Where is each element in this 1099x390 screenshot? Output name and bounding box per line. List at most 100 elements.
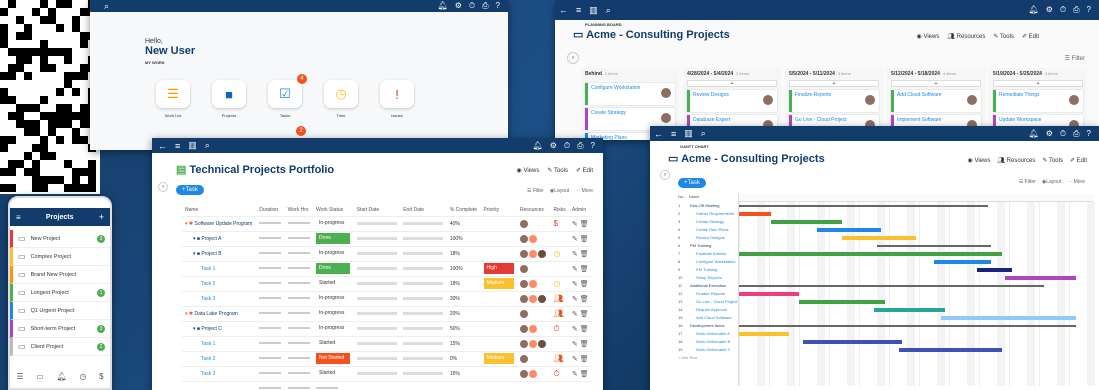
task-name[interactable]: Finalize Reports [690,291,725,296]
edit-button[interactable]: ✐ Edit [576,167,593,174]
task-name[interactable]: Create Strategy [690,219,724,224]
menu-icon[interactable]: ≡ [175,141,180,151]
list-icon[interactable]: ☰ [16,372,23,386]
add-card-button[interactable]: + [891,80,981,87]
expand-toggle[interactable]: › [660,170,670,180]
table-row[interactable]: Task 3 In-progress 30% 👥︎ ✎ 🗑︎ [182,291,592,307]
help-icon[interactable]: ? [496,1,500,11]
task-bar[interactable] [976,268,1013,272]
trash-icon[interactable]: 🗑︎ [580,356,589,363]
add-card-button[interactable]: + [993,80,1083,87]
task-name[interactable]: PM Training [690,243,711,248]
filter-button[interactable]: ☰ Filter [527,188,544,194]
column-header[interactable]: % Complete [446,204,481,217]
edit-icon[interactable]: ✎ [572,281,580,288]
task-name[interactable]: Configure Workstation [690,259,736,264]
search-icon[interactable]: ⌕ [701,128,706,139]
trash-icon[interactable]: 🗑︎ [580,221,589,228]
status-badge[interactable]: In-progress [316,323,350,334]
project-list-item[interactable]: ▭ Complex Project [10,248,110,266]
task-name[interactable]: Facilitate Admins [690,251,726,256]
gantt-task-row[interactable]: 9 PM Training [678,266,738,274]
status-badge[interactable]: In-progress [316,248,350,259]
menu-icon[interactable]: ≡ [576,5,581,15]
task-name[interactable]: Work Deliverable A [690,331,730,336]
row-name[interactable]: Task 1 [201,341,215,347]
layout-button[interactable]: ◉Layout [1042,179,1061,185]
expand-toggle[interactable]: › [567,52,579,64]
edit-icon[interactable]: ✎ [572,311,580,318]
views-button[interactable]: ◉ Views [917,33,940,40]
tools-button[interactable]: ✎ Tools [1042,157,1063,164]
edit-icon[interactable]: ✎ [572,341,580,348]
filter-button[interactable]: ☰ Filter [1019,179,1036,185]
task-name[interactable]: Setup Reports [690,275,722,280]
settings-icon[interactable]: ⚙ [550,141,557,151]
tile-time[interactable]: ◷ Time [324,80,358,118]
project-list-item[interactable]: ▭ Brand New Project [10,266,110,284]
trash-icon[interactable]: 🗑︎ [580,341,589,348]
gantt-task-row[interactable]: 13 Go Live - Cloud Project [678,298,738,306]
column-header[interactable]: Work Status [313,204,354,217]
gantt-task-row[interactable]: 12 Finalize Reports [678,290,738,298]
views-button[interactable]: ◉ Views [968,157,991,164]
edit-icon[interactable]: ✎ [572,266,580,273]
task-bar[interactable] [841,236,917,240]
task-bar[interactable] [739,292,800,296]
table-row[interactable]: Task 1 Done 100% High ✎ 🗑︎ [182,261,592,277]
task-name[interactable]: PM Training [690,267,717,272]
column-header[interactable]: End Date [400,204,447,217]
settings-icon[interactable]: ⚙ [455,1,462,11]
column-header[interactable]: Start Date [353,204,401,217]
tile-issues[interactable]: ! Issues [380,80,414,118]
tile-tasks[interactable]: ☑ 4 Tasks [268,74,307,118]
timer-icon[interactable]: ⏱ [1060,5,1066,15]
more-button[interactable]: ⋯ More [1067,179,1085,185]
row-name[interactable]: Task 3 [201,296,215,302]
edit-icon[interactable]: ✎ [572,326,580,333]
add-row-button[interactable]: + Add Row [678,354,738,362]
gantt-task-row[interactable]: 1 Kick-Off Meeting [678,202,738,210]
print-icon[interactable]: ⎙ [1073,129,1079,139]
row-name[interactable]: Project C [201,326,222,332]
task-bar[interactable] [739,332,789,336]
project-list-item[interactable]: ▭ Client Project 2 [10,338,110,356]
column-header[interactable]: Duration [256,204,285,217]
row-name[interactable]: Task 2 [201,281,215,287]
edit-icon[interactable]: ✎ [572,356,580,363]
tile-projects[interactable]: ■ Projects [212,80,246,118]
table-row[interactable]: ▾ ✱ Software Update Program In-progress 40… [182,216,592,232]
add-card-button[interactable]: + [789,80,879,87]
bell-icon[interactable]: 🔔︎ [533,141,543,151]
column-header[interactable]: Risks [550,204,569,217]
task-card[interactable]: Finalize Reports [789,90,879,112]
status-badge[interactable]: Started [316,338,350,349]
table-row[interactable]: ▾ ✱ Data Lake Program In-progress 20% 👥︎ ✎ 🗑… [182,306,592,322]
tools-button[interactable]: ✎ Tools [547,167,568,174]
task-bar[interactable] [898,348,1002,352]
row-name[interactable]: Data Lake Program [194,311,237,317]
task-bar[interactable] [770,220,842,224]
bell-icon[interactable]: 🔔︎ [57,372,67,386]
search-icon[interactable]: ⌕ [606,5,611,16]
task-bar[interactable] [739,252,1002,256]
edit-icon[interactable]: ✎ [572,371,580,378]
row-name[interactable]: Task 1 [201,266,215,272]
task-bar[interactable] [802,340,903,344]
gantt-task-row[interactable]: 16 Development Items [678,322,738,330]
menu-icon[interactable]: ≡ [671,129,676,139]
gantt-task-row[interactable]: 5 Review Designs [678,234,738,242]
trash-icon[interactable]: 🗑︎ [580,266,589,273]
project-list-item[interactable]: ▭ Longest Project 1 [10,284,110,302]
task-name[interactable]: Work Deliverable B [690,339,730,344]
priority-badge[interactable]: Medium [483,278,514,289]
task-name[interactable]: Go Live - Cloud Project [690,299,737,304]
chart-icon[interactable]: ▥ [589,5,598,16]
table-row[interactable]: Task 2 Started 18% Medium ◷ ✎ 🗑︎ [182,276,592,292]
trash-icon[interactable]: 🗑︎ [580,326,589,333]
trash-icon[interactable]: 🗑︎ [580,251,589,258]
resources-button[interactable]: 👥︎ Resources [997,157,1035,164]
timer-icon[interactable]: ⏱ [1060,129,1066,139]
table-row[interactable]: ▾ ■ Project C In-progress 50% ⏱ ✎ 🗑︎ [182,321,592,337]
summary-bar[interactable] [739,205,988,207]
